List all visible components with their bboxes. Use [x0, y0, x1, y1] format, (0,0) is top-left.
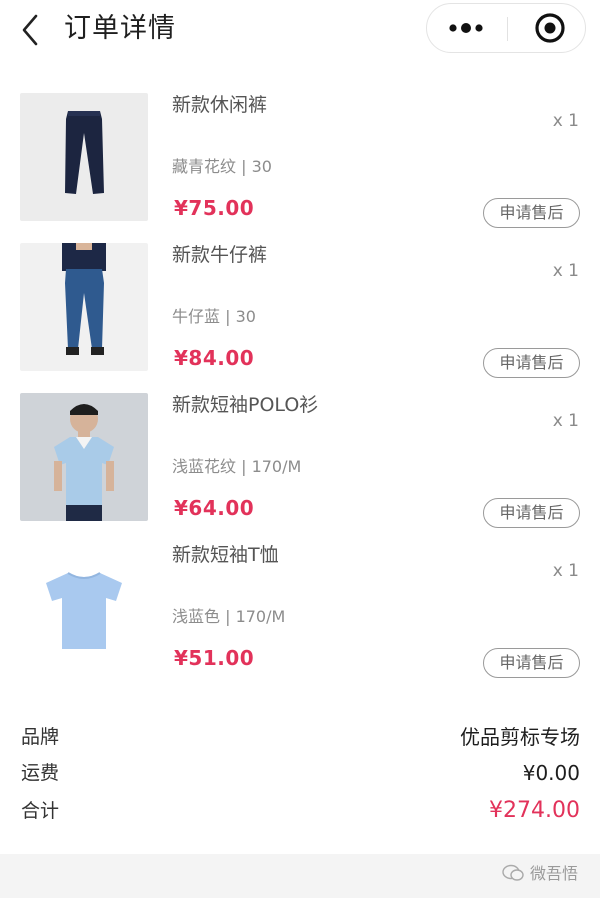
product-price: ¥75.00 [174, 196, 255, 220]
quantity: x 1 [552, 561, 579, 581]
chevron-left-icon [22, 14, 38, 46]
product-name: 新款休闲裤 [172, 94, 268, 116]
more-button[interactable] [427, 4, 507, 52]
after-sale-button[interactable]: 申请售后 [483, 498, 580, 528]
total-value: ¥274.00 [489, 798, 580, 823]
product-spec: 藏青花纹 | 30 [172, 157, 272, 176]
more-dots-icon [449, 23, 483, 33]
product-spec: 浅蓝花纹 | 170/M [172, 457, 302, 476]
product-name: 新款牛仔裤 [172, 244, 268, 266]
shipping-label: 运费 [21, 762, 60, 784]
bottom-bar: 微吾悟 [0, 854, 600, 898]
after-sale-button[interactable]: 申请售后 [483, 348, 580, 378]
quantity: x 1 [552, 411, 579, 431]
product-price: ¥51.00 [174, 646, 255, 670]
shipping-row: 运费 ¥0.00 [0, 758, 600, 792]
shipping-value: ¥0.00 [522, 761, 580, 785]
page-title: 订单详情 [64, 13, 176, 44]
nav-bar: 订单详情 [0, 0, 600, 60]
brand-value: 优品剪标专场 [460, 725, 580, 749]
order-item: 新款短袖POLO衫 x 1 浅蓝花纹 | 170/M ¥64.00 申请售后 [0, 393, 600, 543]
total-row: 合计 ¥274.00 [0, 796, 600, 830]
quantity: x 1 [552, 261, 579, 281]
brand-row: 品牌 优品剪标专场 [0, 722, 600, 756]
target-circle-icon [535, 13, 565, 43]
product-price: ¥64.00 [174, 496, 255, 520]
product-name: 新款短袖POLO衫 [172, 394, 319, 416]
order-item: 新款短袖T恤 x 1 浅蓝色 | 170/M ¥51.00 申请售后 [0, 543, 600, 693]
product-image [20, 243, 148, 371]
back-button[interactable] [16, 12, 46, 48]
brand-label: 品牌 [21, 726, 60, 748]
product-name: 新款短袖T恤 [172, 544, 279, 566]
order-item: 新款牛仔裤 x 1 牛仔蓝 | 30 ¥84.00 申请售后 [0, 243, 600, 393]
wechat-icon [502, 864, 524, 881]
after-sale-button[interactable]: 申请售后 [483, 198, 580, 228]
product-image [20, 93, 148, 221]
close-mini-program-button[interactable] [508, 4, 586, 52]
product-image [20, 543, 148, 671]
product-spec: 牛仔蓝 | 30 [172, 307, 256, 326]
product-price: ¥84.00 [174, 346, 255, 370]
total-label: 合计 [21, 800, 60, 822]
mini-program-capsule [426, 3, 586, 53]
watermark-text: 微吾悟 [529, 864, 578, 883]
product-image [20, 393, 148, 521]
after-sale-button[interactable]: 申请售后 [483, 648, 580, 678]
quantity: x 1 [552, 111, 579, 131]
product-spec: 浅蓝色 | 170/M [172, 607, 286, 626]
order-item: 新款休闲裤 x 1 藏青花纹 | 30 ¥75.00 申请售后 [0, 93, 600, 243]
